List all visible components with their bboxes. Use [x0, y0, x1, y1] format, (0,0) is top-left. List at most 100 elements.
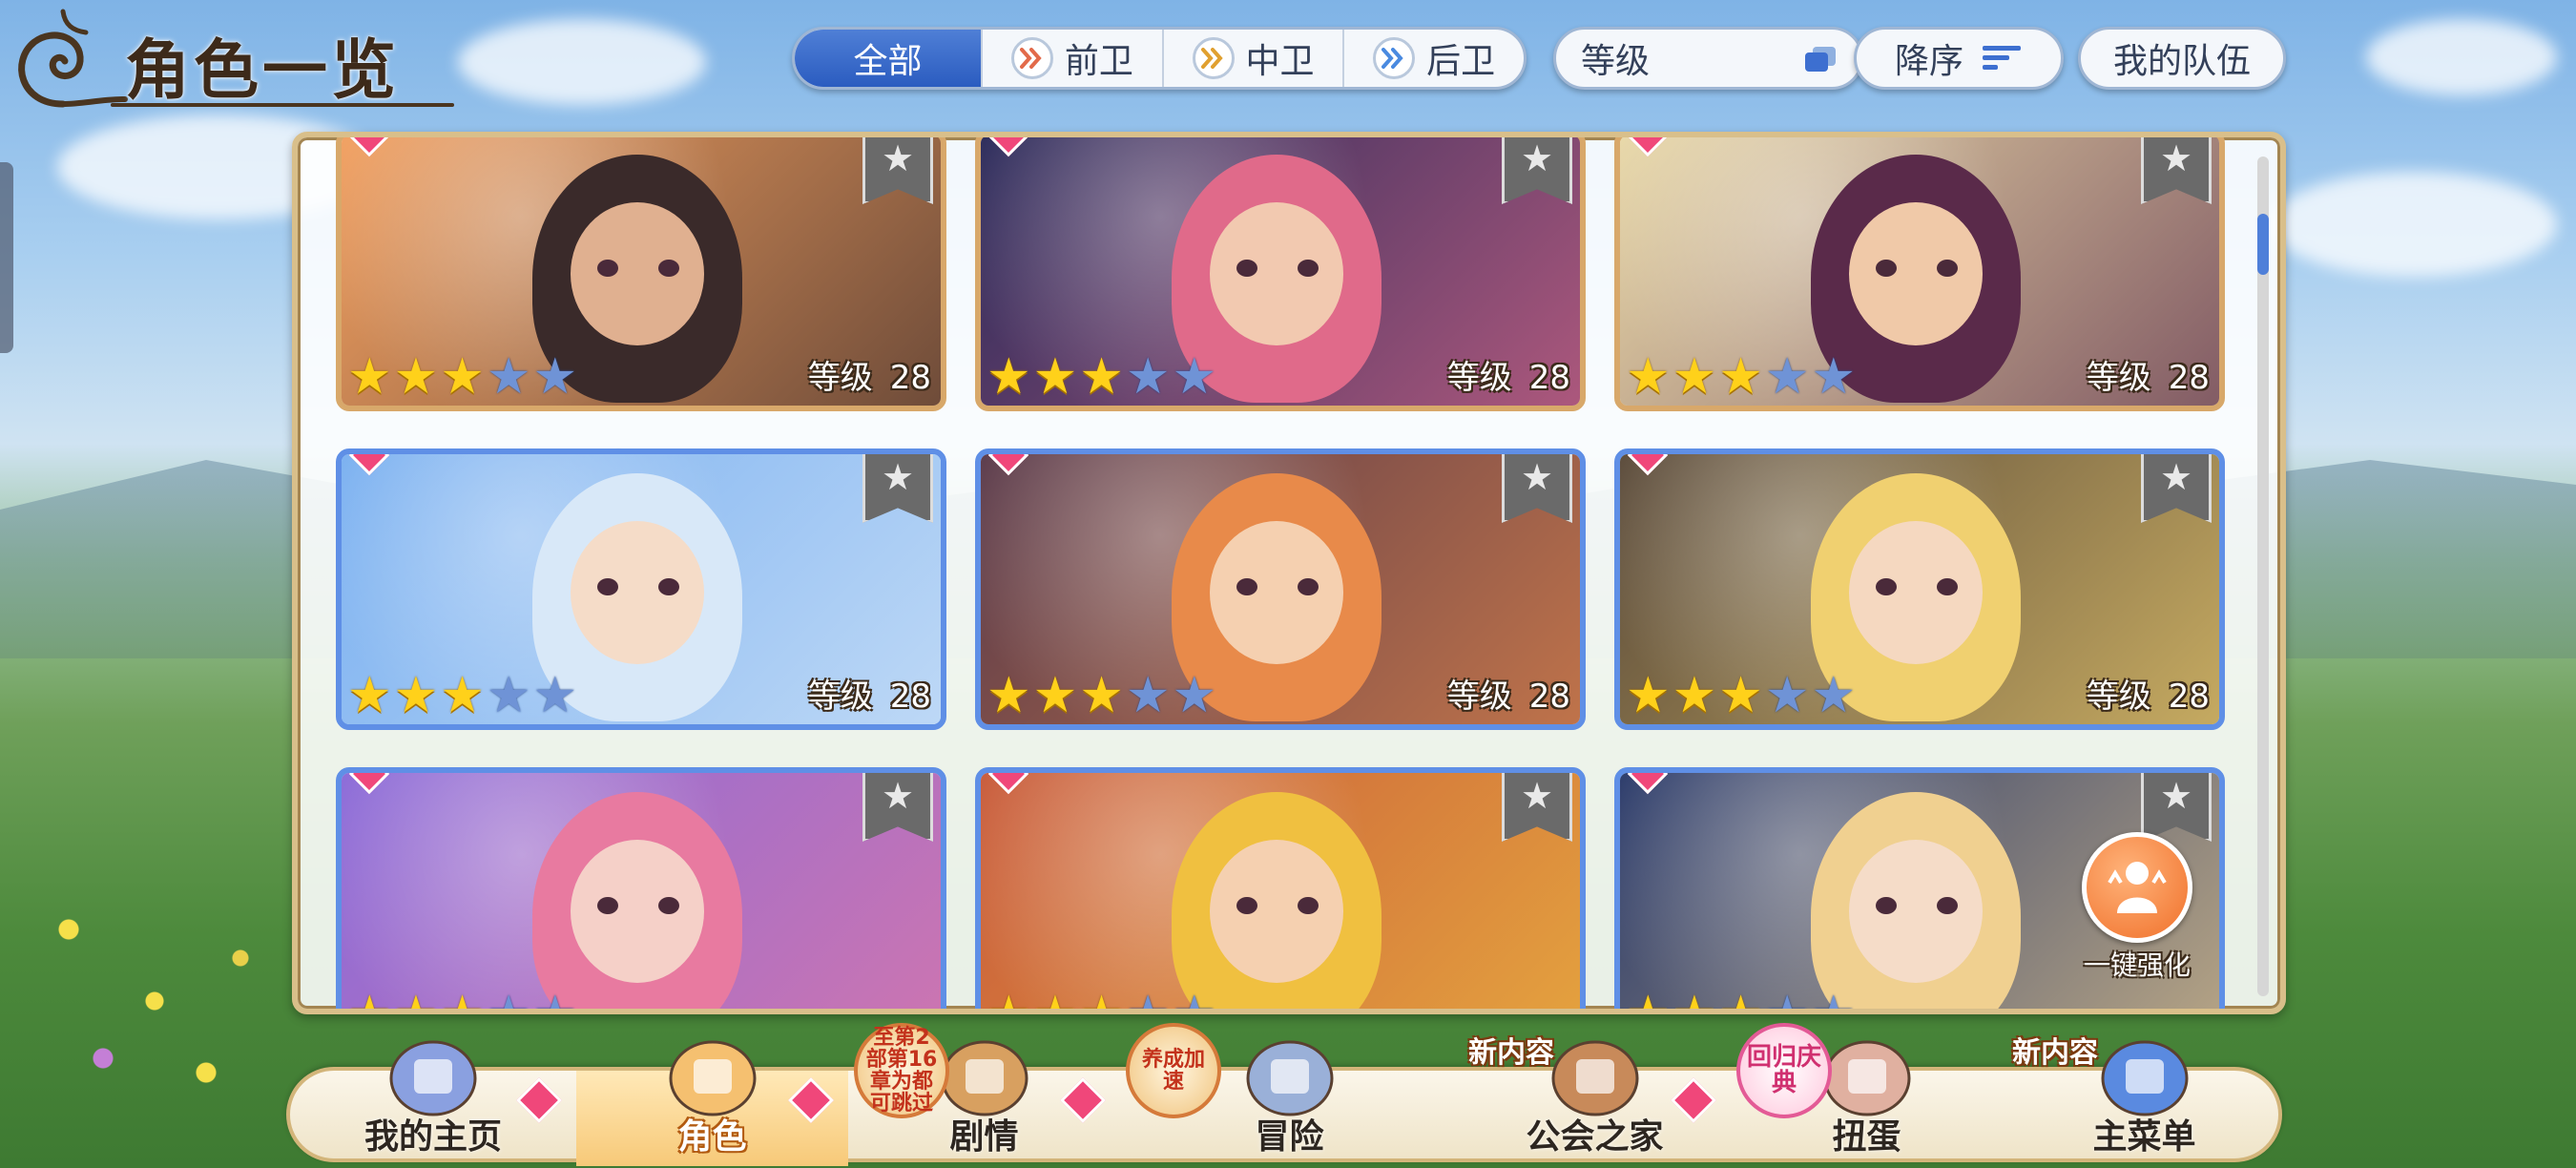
- event-badge: 至第2部第16章为都可跳过: [854, 1023, 949, 1118]
- sort-order-button[interactable]: 降序: [1854, 27, 2064, 90]
- level-value: 28: [889, 678, 931, 716]
- star-filled-icon: ★: [1672, 986, 1717, 1014]
- page-title: 角色一览: [125, 32, 401, 109]
- star-filled-icon: ★: [347, 667, 392, 724]
- my-team-label: 我的队伍: [2112, 42, 2251, 81]
- star-rating: ★ ★ ★ ★ ★: [987, 352, 1216, 402]
- house-icon: [1543, 1021, 1648, 1116]
- star-filled-icon: ★: [393, 986, 439, 1014]
- title-underline: [111, 103, 454, 107]
- star-rating: ★ ★ ★ ★ ★: [987, 986, 1216, 1014]
- tab-backline-label: 后卫: [1426, 42, 1496, 81]
- castle-icon: [381, 1021, 486, 1116]
- tab-midline-label: 中卫: [1245, 42, 1315, 81]
- character-card[interactable]: ★ ★ ★ ★ ★ ★: [975, 767, 1586, 1014]
- character-portrait: [981, 773, 1580, 1009]
- scrollbar-thumb[interactable]: [2257, 214, 2269, 275]
- level-value: 28: [889, 359, 931, 397]
- tab-all-label: 全部: [853, 42, 923, 81]
- star-filled-icon: ★: [440, 986, 485, 1014]
- character-level: 等级 28: [808, 670, 931, 717]
- level-value: 28: [2168, 359, 2210, 397]
- event-badge: 养成加速: [1126, 1023, 1221, 1118]
- tab-backline[interactable]: 后卫: [1342, 30, 1524, 87]
- star-filled-icon: ★: [1032, 667, 1078, 724]
- star-filled-icon: ★: [1626, 986, 1671, 1014]
- star-empty-icon: ★: [1172, 667, 1217, 724]
- nav-item-sword[interactable]: 冒险 养成加速: [1120, 1023, 1459, 1166]
- quick-enhance-label: 一键强化: [2083, 949, 2191, 981]
- star-filled-icon: ★: [1079, 348, 1124, 406]
- star-empty-icon: ★: [486, 348, 531, 406]
- star-filled-icon: ★: [987, 667, 1031, 724]
- sort-order-label: 降序: [1895, 42, 1964, 81]
- background-cloud: [2271, 172, 2557, 277]
- tab-all[interactable]: 全部: [795, 30, 981, 87]
- sword-icon: [1237, 1021, 1342, 1116]
- star-filled-icon: ★: [440, 667, 485, 724]
- star-empty-icon: ★: [1811, 667, 1857, 724]
- crystal-icon: [2092, 1021, 2197, 1116]
- my-team-button[interactable]: 我的队伍: [2078, 27, 2286, 90]
- star-empty-icon: ★: [1125, 667, 1171, 724]
- sort-descending-icon: [1983, 46, 2022, 70]
- new-content-badge: 新内容: [1468, 1036, 1554, 1070]
- star-empty-icon: ★: [1764, 667, 1810, 724]
- background-cloud: [2366, 19, 2557, 95]
- side-drawer-handle[interactable]: [0, 162, 13, 353]
- star-rating: ★ ★ ★ ★ ★: [1626, 986, 1856, 1014]
- nav-label: 主菜单: [2092, 1117, 2196, 1157]
- star-filled-icon: ★: [1032, 348, 1078, 406]
- star-filled-icon: ★: [393, 667, 439, 724]
- level-value: 28: [1528, 359, 1570, 397]
- star-filled-icon: ★: [1032, 986, 1078, 1014]
- star-filled-icon: ★: [347, 986, 392, 1014]
- nav-item-house[interactable]: 公会之家 新内容: [1459, 1036, 1731, 1166]
- sort-field-select[interactable]: 等级: [1553, 27, 1863, 90]
- character-card[interactable]: ★ ★ ★ ★ ★ ★ 等级 28: [975, 137, 1586, 411]
- star-empty-icon: ★: [486, 986, 531, 1014]
- star-filled-icon: ★: [1079, 986, 1124, 1014]
- character-card[interactable]: ★ ★ ★ ★ ★ ★ 等级 28: [1614, 137, 2225, 411]
- enhance-figure-icon: [2082, 832, 2192, 943]
- stacked-squares-icon: [1805, 47, 1836, 72]
- sort-field-label: 等级: [1581, 42, 1651, 81]
- background-cloud: [458, 19, 706, 105]
- level-label: 等级: [807, 359, 873, 397]
- event-badge: 回归庆典: [1736, 1023, 1832, 1118]
- midline-role-icon: [1192, 37, 1235, 79]
- nav-item-crystal[interactable]: 主菜单 新内容: [2003, 1036, 2286, 1166]
- character-portrait: [342, 773, 941, 1009]
- character-level: 等级 28: [2087, 670, 2210, 717]
- character-card[interactable]: ★ ★ ★ ★ ★ ★ 等级 28: [336, 137, 946, 411]
- swirl-ornament-icon: [18, 9, 128, 108]
- star-filled-icon: ★: [1718, 667, 1763, 724]
- star-empty-icon: ★: [532, 348, 578, 406]
- character-card[interactable]: ★ ★ ★ ★ ★ ★ 等级 28: [336, 448, 946, 730]
- bottom-navigation: 我的主页 角色 剧情 至第2部第16章为都可跳过 冒险 养成加速 公会之家 新内容: [286, 1023, 2282, 1166]
- nav-item-scroll[interactable]: 剧情 至第2部第16章为都可跳过: [848, 1023, 1120, 1166]
- level-label: 等级: [807, 678, 873, 716]
- level-label: 等级: [1446, 359, 1512, 397]
- character-level: 等级 28: [808, 351, 931, 398]
- star-rating: ★ ★ ★ ★ ★: [347, 986, 577, 1014]
- tab-midline[interactable]: 中卫: [1161, 30, 1343, 87]
- nav-item-castle[interactable]: 我的主页: [290, 1040, 576, 1166]
- star-empty-icon: ★: [1764, 986, 1810, 1014]
- character-level: 等级 28: [2087, 351, 2210, 398]
- list-scrollbar[interactable]: [2257, 156, 2269, 996]
- star-empty-icon: ★: [1764, 348, 1810, 406]
- nav-item-character[interactable]: 角色: [576, 1040, 848, 1166]
- quick-enhance-button[interactable]: 一键强化: [2070, 832, 2204, 985]
- tab-frontline[interactable]: 前卫: [981, 30, 1162, 87]
- character-card[interactable]: ★ ★ ★ ★ ★ ★ 等级 28: [975, 448, 1586, 730]
- star-empty-icon: ★: [1125, 986, 1171, 1014]
- star-filled-icon: ★: [347, 348, 392, 406]
- backline-role-icon: [1373, 37, 1416, 79]
- character-card[interactable]: ★ ★ ★ ★ ★ ★: [336, 767, 946, 1014]
- star-filled-icon: ★: [393, 348, 439, 406]
- character-icon: [660, 1021, 765, 1116]
- character-card[interactable]: ★ ★ ★ ★ ★ ★ 等级 28: [1614, 448, 2225, 730]
- nav-item-gacha[interactable]: 扭蛋 回归庆典: [1731, 1023, 2003, 1166]
- star-rating: ★ ★ ★ ★ ★: [987, 671, 1216, 720]
